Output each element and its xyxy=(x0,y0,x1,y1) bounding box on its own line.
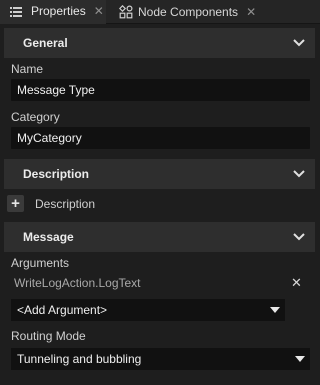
category-field[interactable]: MyCategory xyxy=(11,127,310,149)
tab-bar: Properties ✕ Node Components ✕ xyxy=(0,0,320,24)
section-message-header[interactable]: Message xyxy=(4,222,315,252)
tab-properties[interactable]: Properties ✕ xyxy=(0,0,106,24)
section-message-title: Message xyxy=(23,230,74,244)
routing-mode-dropdown[interactable]: Tunneling and bubbling xyxy=(11,348,310,370)
add-argument-dropdown[interactable]: <Add Argument> xyxy=(11,299,285,321)
section-general-title: General xyxy=(23,36,68,50)
remove-argument-icon[interactable]: ✕ xyxy=(291,276,302,289)
node-components-icon xyxy=(118,4,134,20)
section-general-header[interactable]: General xyxy=(4,28,315,58)
argument-item[interactable]: WriteLogAction.LogText xyxy=(14,276,141,290)
chevron-down-icon[interactable] xyxy=(293,232,305,242)
add-description-button[interactable]: + xyxy=(7,195,24,212)
tab-node-components[interactable]: Node Components ✕ xyxy=(110,0,260,24)
add-argument-value: <Add Argument> xyxy=(17,303,108,317)
name-label: Name xyxy=(11,62,44,76)
section-description-title: Description xyxy=(23,167,90,181)
dropdown-arrow-icon xyxy=(270,307,280,313)
tab-node-components-label: Node Components xyxy=(138,5,239,19)
description-label: Description xyxy=(35,197,96,211)
chevron-down-icon[interactable] xyxy=(293,169,305,179)
chevron-down-icon[interactable] xyxy=(293,38,305,48)
list-icon xyxy=(8,3,24,19)
arguments-label: Arguments xyxy=(11,256,70,270)
close-icon[interactable]: ✕ xyxy=(246,6,256,18)
tab-properties-label: Properties xyxy=(31,4,86,18)
name-field[interactable]: Message Type xyxy=(11,79,310,101)
routing-mode-value: Tunneling and bubbling xyxy=(17,352,142,366)
dropdown-arrow-icon xyxy=(295,356,305,362)
category-label: Category xyxy=(11,110,60,124)
section-description-header[interactable]: Description xyxy=(4,159,315,189)
routing-mode-label: Routing Mode xyxy=(11,329,86,343)
close-icon[interactable]: ✕ xyxy=(94,5,104,17)
